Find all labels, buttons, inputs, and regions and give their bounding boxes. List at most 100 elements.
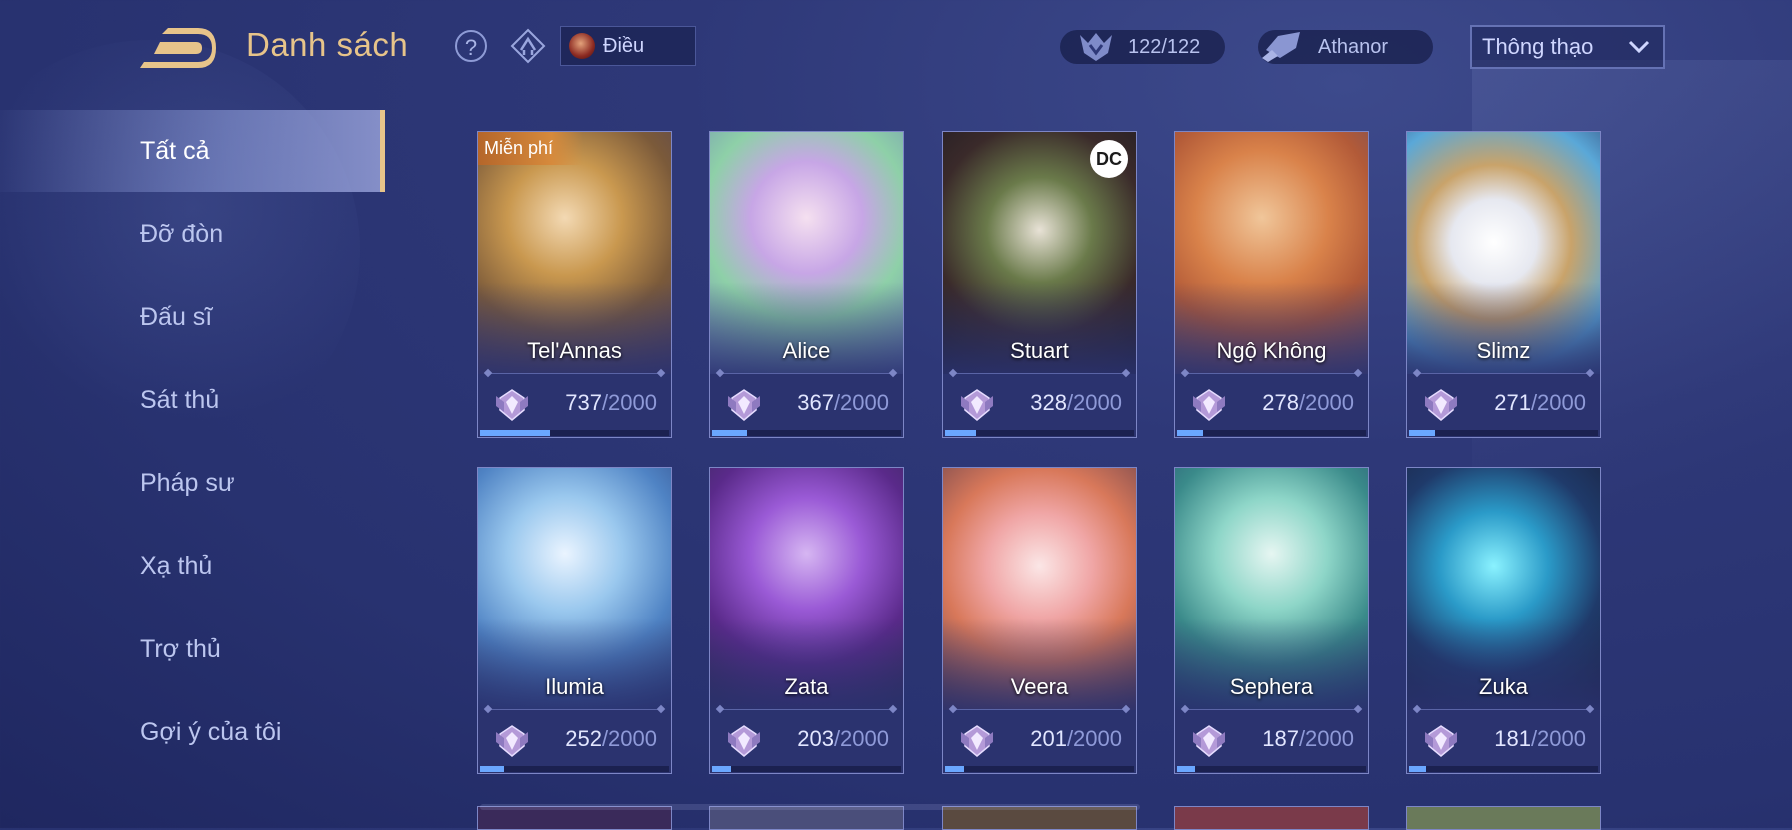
hero-avatar bbox=[569, 33, 595, 59]
portrait-fade bbox=[710, 618, 903, 718]
player-badge-icon bbox=[1262, 32, 1300, 62]
heroes-owned-counter: 122/122 bbox=[1060, 30, 1225, 64]
mastery-progress-text: 201/2000 bbox=[1030, 726, 1122, 752]
hero-card[interactable]: Ngộ Không 278/2000 bbox=[1174, 131, 1369, 438]
mastery-points: 271 bbox=[1494, 390, 1531, 415]
card-divider bbox=[488, 709, 661, 710]
hero-card-partial[interactable] bbox=[1174, 806, 1369, 830]
mastery-points: 328 bbox=[1030, 390, 1067, 415]
hero-card[interactable]: Sephera 187/2000 bbox=[1174, 467, 1369, 774]
mastery-progress-text: 271/2000 bbox=[1494, 390, 1586, 416]
hero-card[interactable]: Alice 367/2000 bbox=[709, 131, 904, 438]
free-hero-badge: Miễn phí bbox=[478, 132, 584, 165]
player-name: Athanor bbox=[1318, 35, 1389, 58]
dc-logo-icon: DC bbox=[1090, 140, 1128, 178]
mastery-rank-icon bbox=[728, 389, 760, 421]
sidebar-item-mage[interactable]: Pháp sư bbox=[0, 442, 385, 524]
heroes-owned-value: 122/122 bbox=[1128, 35, 1201, 58]
portrait-fade bbox=[1407, 282, 1600, 382]
mastery-max: /2000 bbox=[1066, 726, 1122, 751]
mastery-progress-text: 252/2000 bbox=[565, 726, 657, 752]
help-button[interactable]: ? bbox=[455, 30, 487, 62]
mastery-rank-icon bbox=[728, 725, 760, 757]
mastery-progress-bar bbox=[945, 430, 1134, 436]
hero-name: Zuka bbox=[1479, 674, 1528, 699]
card-divider bbox=[1185, 709, 1358, 710]
hero-name: Slimz bbox=[1476, 338, 1531, 363]
mastery-progress-text: 367/2000 bbox=[797, 390, 889, 416]
mastery-progress-text: 203/2000 bbox=[797, 726, 889, 752]
sidebar-item-all[interactable]: Tất cả bbox=[0, 110, 385, 192]
mastery-progress-text: 187/2000 bbox=[1262, 726, 1354, 752]
sidebar-item-support[interactable]: Trợ thủ bbox=[0, 608, 385, 690]
hero-selector-chip[interactable]: Điều bbox=[560, 26, 696, 66]
mastery-progress-fill bbox=[712, 766, 732, 772]
mastery-points: 367 bbox=[797, 390, 834, 415]
mastery-max: /2000 bbox=[1298, 726, 1354, 751]
hero-name: Ngộ Không bbox=[1216, 338, 1327, 363]
hero-card-partial[interactable] bbox=[1406, 806, 1601, 830]
hero-card[interactable]: Slimz 271/2000 bbox=[1406, 131, 1601, 438]
mastery-progress-fill bbox=[480, 766, 504, 772]
mastery-progress-fill bbox=[1409, 430, 1435, 436]
mastery-progress-fill bbox=[480, 430, 550, 436]
mastery-progress-fill bbox=[1409, 766, 1427, 772]
card-divider bbox=[720, 373, 893, 374]
mastery-max: /2000 bbox=[1298, 390, 1354, 415]
page-title: Danh sách bbox=[246, 26, 409, 63]
hero-card[interactable]: Ilumia 252/2000 bbox=[477, 467, 672, 774]
card-divider bbox=[953, 709, 1126, 710]
mastery-rank-icon bbox=[1193, 725, 1225, 757]
chevron-down-icon bbox=[1628, 40, 1650, 54]
sidebar-item-recommended[interactable]: Gợi ý của tôi bbox=[0, 691, 385, 773]
mastery-rank-icon bbox=[496, 725, 528, 757]
hero-name: Stuart bbox=[1010, 338, 1069, 363]
sort-value: Thông thạo bbox=[1482, 34, 1594, 59]
sidebar-item-marksman[interactable]: Xạ thủ bbox=[0, 525, 385, 607]
mastery-progress-fill bbox=[1177, 766, 1195, 772]
hero-card[interactable]: Zata 203/2000 bbox=[709, 467, 904, 774]
mastery-points: 278 bbox=[1262, 390, 1299, 415]
sidebar-item-tank[interactable]: Đỡ đòn bbox=[0, 193, 385, 275]
mastery-points: 203 bbox=[797, 726, 834, 751]
hero-name: Veera bbox=[1010, 674, 1069, 699]
mastery-points: 252 bbox=[565, 726, 602, 751]
sort-dropdown[interactable]: Thông thạo bbox=[1470, 25, 1665, 69]
heroes-crest-icon bbox=[1080, 33, 1112, 61]
portrait-fade bbox=[943, 282, 1136, 382]
sidebar-item-assassin[interactable]: Sát thủ bbox=[0, 359, 385, 441]
card-divider bbox=[488, 373, 661, 374]
hero-name: Sephera bbox=[1229, 674, 1314, 699]
hero-name: Tel'Annas bbox=[527, 338, 622, 363]
hero-emblem-icon[interactable] bbox=[510, 28, 546, 64]
back-arrow-icon[interactable] bbox=[140, 28, 216, 68]
mastery-progress-fill bbox=[945, 430, 976, 436]
mastery-progress-text: 737/2000 bbox=[565, 390, 657, 416]
card-divider bbox=[720, 709, 893, 710]
card-divider bbox=[1185, 373, 1358, 374]
mastery-progress-bar bbox=[712, 766, 901, 772]
portrait-fade bbox=[1175, 282, 1368, 382]
mastery-progress-bar bbox=[1409, 766, 1598, 772]
mastery-rank-icon bbox=[1193, 389, 1225, 421]
card-divider bbox=[1417, 709, 1590, 710]
mastery-max: /2000 bbox=[1530, 390, 1586, 415]
mastery-max: /2000 bbox=[601, 726, 657, 751]
mastery-progress-bar bbox=[1177, 766, 1366, 772]
mastery-points: 201 bbox=[1030, 726, 1067, 751]
mastery-progress-bar bbox=[480, 430, 669, 436]
portrait-fade bbox=[478, 282, 671, 382]
hero-name: Zata bbox=[784, 674, 829, 699]
sidebar-item-fighter[interactable]: Đấu sĩ bbox=[0, 276, 385, 358]
hero-card[interactable]: Veera 201/2000 bbox=[942, 467, 1137, 774]
hero-card[interactable]: Stuart 328/2000 DC bbox=[942, 131, 1137, 438]
mastery-rank-icon bbox=[1425, 389, 1457, 421]
mastery-points: 181 bbox=[1494, 726, 1531, 751]
portrait-fade bbox=[478, 618, 671, 718]
mastery-progress-fill bbox=[945, 766, 964, 772]
hero-card[interactable]: Zuka 181/2000 bbox=[1406, 467, 1601, 774]
mastery-rank-icon bbox=[1425, 725, 1457, 757]
hero-card[interactable]: Tel'Annas 737/2000 Miễn phí bbox=[477, 131, 672, 438]
portrait-fade bbox=[1407, 618, 1600, 718]
scroll-indicator[interactable] bbox=[480, 804, 1140, 810]
